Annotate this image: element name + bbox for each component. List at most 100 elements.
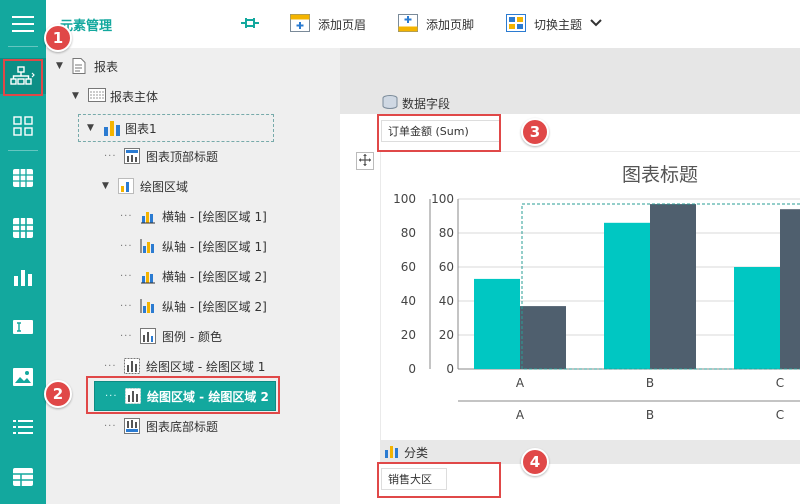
tree-node-label: 报表 [94, 59, 119, 74]
bar-chart: 图表标题 0 0 20 20 40 40 60 60 80 80 100 100 A A B B C C [379, 150, 800, 443]
data-field-zone-label: 数据字段 [382, 95, 450, 112]
callout-highlight-3 [377, 114, 501, 152]
callout-badge-3: 3 [521, 118, 549, 146]
textbox-icon[interactable] [0, 309, 46, 345]
tree-node-label: 纵轴 - [绘图区域 2] [162, 299, 267, 314]
tree-connector: ··· [120, 330, 133, 342]
x-tick-label-lower: A [516, 408, 525, 422]
bar-A-series-2 [520, 306, 566, 369]
axis-icon [140, 238, 156, 254]
tree-node-label: 横轴 - [绘图区域 1] [162, 209, 267, 224]
grid-icon[interactable] [0, 210, 46, 246]
pin-icon [240, 15, 260, 34]
menu-icon[interactable] [0, 6, 46, 42]
chart-icon[interactable] [0, 259, 46, 295]
rail-divider [8, 46, 38, 47]
bar-B-series-2 [650, 204, 696, 369]
bar-C-series-1 [734, 267, 780, 369]
table-icon[interactable] [0, 160, 46, 196]
chevron-down-icon [590, 17, 602, 31]
move-icon [359, 153, 371, 169]
component-icon[interactable] [0, 108, 46, 144]
axis-icon [140, 298, 156, 314]
tree-node-chart-bottom-title[interactable]: ··· 图表底部标题 [104, 414, 218, 438]
list-icon[interactable] [0, 409, 46, 445]
bar-A-series-1 [474, 278, 520, 369]
x-tick-label-lower: B [646, 408, 654, 422]
move-handle[interactable] [356, 152, 374, 170]
callout-highlight-1 [3, 59, 43, 96]
add-header-icon [290, 13, 310, 35]
tree-node-label: 绘图区域 [140, 179, 189, 194]
add-footer-button[interactable]: 添加页脚 [398, 12, 474, 36]
tree-node-y-axis-1[interactable]: ··· 纵轴 - [绘图区域 1] [120, 234, 267, 258]
tree-node-x-axis-2[interactable]: ··· 横轴 - [绘图区域 2] [120, 264, 267, 288]
add-footer-label: 添加页脚 [426, 17, 475, 32]
switch-theme-label: 切换主题 [534, 17, 583, 32]
tree-node-label: 横轴 - [绘图区域 2] [162, 269, 267, 284]
y-tick-label-outer: 0 [408, 362, 416, 376]
x-tick-label-lower: C [776, 408, 784, 422]
chart-node-icon [103, 120, 120, 136]
tree-connector: ··· [120, 300, 133, 312]
callout-badge-1: 1 [44, 24, 72, 52]
report-body-icon [88, 88, 106, 104]
report-icon [72, 58, 88, 74]
x-tick-label: C [776, 376, 784, 390]
tree-connector: ··· [120, 240, 133, 252]
plot-area-icon [118, 178, 134, 194]
rail-divider [8, 150, 38, 151]
tree-connector: ··· [104, 150, 117, 162]
category-zone-label: 分类 [384, 444, 428, 461]
add-footer-icon [398, 13, 418, 35]
tree-connector: ··· [120, 210, 133, 222]
axis-icon [140, 268, 156, 284]
add-header-label: 添加页眉 [318, 17, 367, 32]
tree-node-label: 报表主体 [110, 89, 159, 104]
plot-area-icon [124, 358, 140, 374]
y-tick-label-inner: 60 [439, 260, 454, 274]
tree-node-plot-area-1[interactable]: ··· 绘图区域 - 绘图区域 1 [104, 354, 265, 378]
x-tick-label: A [516, 376, 525, 390]
expand-triangle-icon[interactable]: ▼ [72, 91, 82, 101]
chart-title: 图表标题 [622, 164, 698, 186]
tree-node-report[interactable]: ▼ 报表 [56, 54, 118, 78]
tree-node-report-body[interactable]: ▼ 报表主体 [72, 84, 158, 108]
tree-node-x-axis-1[interactable]: ··· 横轴 - [绘图区域 1] [120, 204, 267, 228]
callout-highlight-4 [377, 462, 501, 498]
tree-connector: ··· [104, 420, 117, 432]
tree-node-chart-top-title[interactable]: ··· 图表顶部标题 [104, 144, 218, 168]
tree-connector: ··· [120, 270, 133, 282]
y-tick-label-inner: 40 [439, 294, 454, 308]
chart-container[interactable]: 图表标题 0 0 20 20 40 40 60 60 80 80 100 100 A A B B C C [379, 150, 800, 443]
tree-node-label: 图表1 [125, 121, 157, 136]
switch-theme-button[interactable]: 切换主题 [506, 12, 602, 36]
tree-node-legend-color[interactable]: ··· 图例 - 颜色 [120, 324, 222, 348]
y-tick-label-inner: 100 [431, 192, 454, 206]
tree-node-label: 图表顶部标题 [146, 149, 219, 164]
tree-node-label: 绘图区域 - 绘图区域 1 [146, 359, 266, 374]
y-tick-label-outer: 60 [401, 260, 416, 274]
top-toolbar: 元素管理 添加页眉 添加页脚 切换主题 [46, 0, 800, 48]
chart-title-icon [124, 418, 140, 434]
data-field-label: 数据字段 [402, 97, 451, 111]
tree-node-label: 图例 - 颜色 [162, 329, 222, 344]
callout-badge-4: 4 [521, 448, 549, 476]
category-chart-icon [384, 444, 400, 461]
pin-button[interactable] [240, 12, 260, 36]
y-tick-label-outer: 20 [401, 328, 416, 342]
x-tick-label: B [646, 376, 654, 390]
image-icon[interactable] [0, 359, 46, 395]
form-icon[interactable] [0, 459, 46, 495]
expand-triangle-icon[interactable]: ▼ [102, 181, 112, 191]
y-tick-label-inner: 80 [439, 226, 454, 240]
tree-node-label: 纵轴 - [绘图区域 1] [162, 239, 267, 254]
tree-node-chart1[interactable]: ▼ 图表1 [78, 114, 274, 142]
add-header-button[interactable]: 添加页眉 [290, 12, 366, 36]
tree-node-plot-area[interactable]: ▼ 绘图区域 [102, 174, 188, 198]
callout-highlight-2 [86, 376, 280, 414]
tree-node-y-axis-2[interactable]: ··· 纵轴 - [绘图区域 2] [120, 294, 267, 318]
database-icon [382, 95, 398, 112]
expand-triangle-icon[interactable]: ▼ [56, 61, 66, 71]
expand-triangle-icon[interactable]: ▼ [87, 123, 97, 133]
